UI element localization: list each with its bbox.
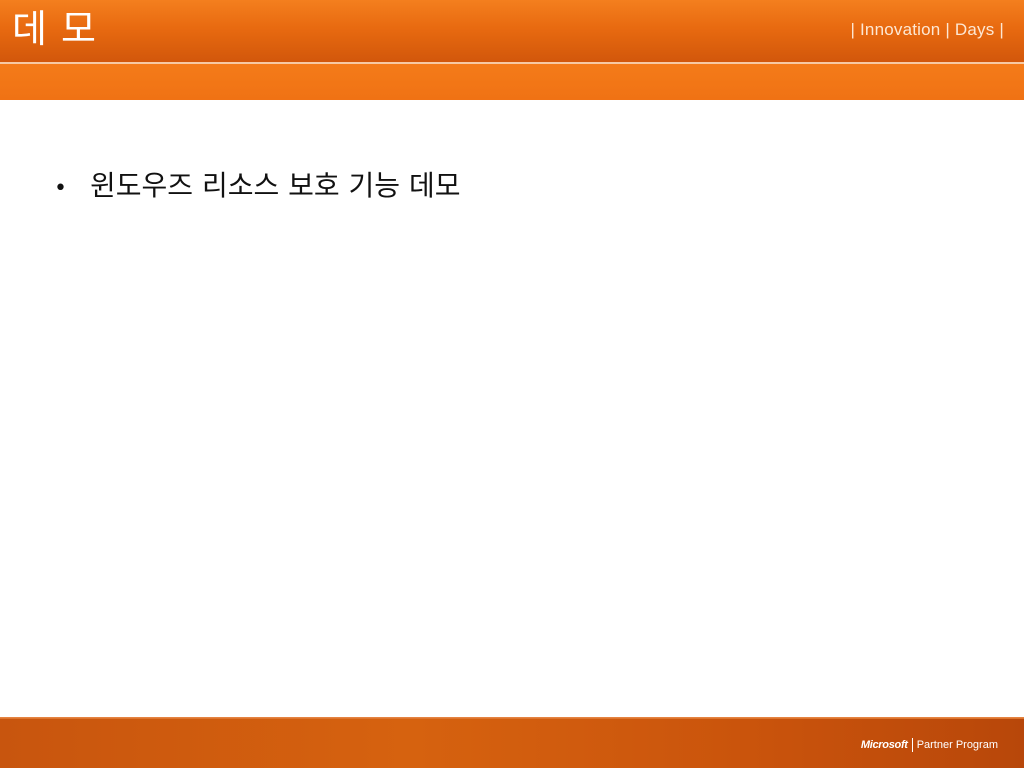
bullet-marker: • <box>54 176 67 201</box>
microsoft-logo-mark: Microsoft <box>860 739 908 751</box>
logo-separator <box>911 738 913 752</box>
bullet-text: 윈도우즈 리소스 보호 기능 데모 <box>90 169 461 202</box>
bullet-item: • 윈도우즈 리소스 보호 기능 데모 <box>54 164 954 204</box>
innovation-days-tag: | Innovation | Days | <box>850 20 1004 39</box>
slide-content: • 윈도우즈 리소스 보호 기능 데모 <box>54 164 954 204</box>
header-band <box>0 64 1024 100</box>
presentation-slide: 데 모 | Innovation | Days | • 윈도우즈 리소스 보호 … <box>0 0 1024 768</box>
slide-title: 데 모 <box>12 7 97 51</box>
microsoft-partner-program-logo: Microsoft Partner Program <box>861 738 998 752</box>
slide-header: 데 모 | Innovation | Days | <box>0 0 1024 62</box>
partner-program-text: Partner Program <box>916 739 998 751</box>
